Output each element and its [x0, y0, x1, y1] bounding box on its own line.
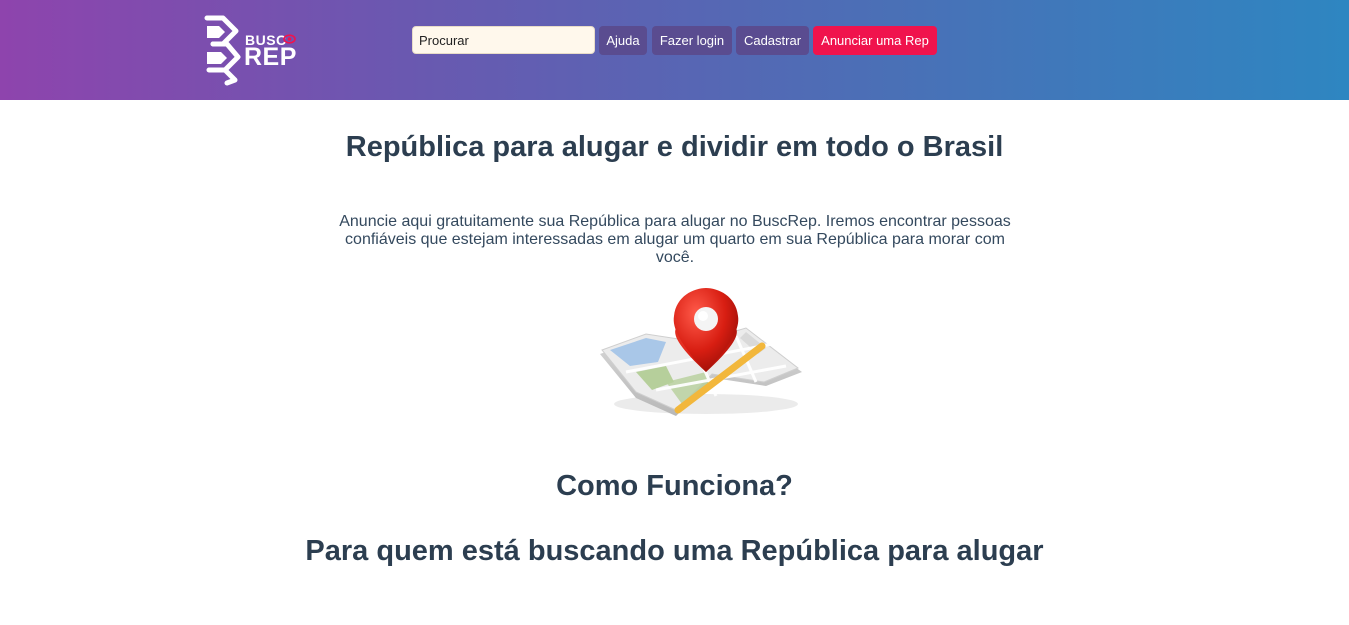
map-pin-icon — [600, 288, 802, 416]
buscrep-logo[interactable]: BUSC REP — [203, 14, 303, 86]
intro-text: Anuncie aqui gratuitamente sua República… — [339, 213, 1011, 266]
advertise-button[interactable]: Anunciar uma Rep — [813, 26, 937, 55]
signup-button[interactable]: Cadastrar — [736, 26, 809, 55]
login-button[interactable]: Fazer login — [652, 26, 732, 55]
seekers-heading: Para quem está buscando uma República pa… — [305, 535, 1044, 567]
how-it-works-heading: Como Funciona? — [556, 470, 793, 502]
logo-bottom-text: REP — [244, 43, 297, 71]
search-input[interactable] — [412, 26, 595, 54]
site-header: BUSC REP Ajuda Fazer login Cadastrar Anu… — [0, 0, 1349, 100]
logo-mark-icon — [204, 15, 241, 86]
page-title: República para alugar e dividir em todo … — [345, 131, 1004, 163]
help-button[interactable]: Ajuda — [599, 26, 647, 55]
